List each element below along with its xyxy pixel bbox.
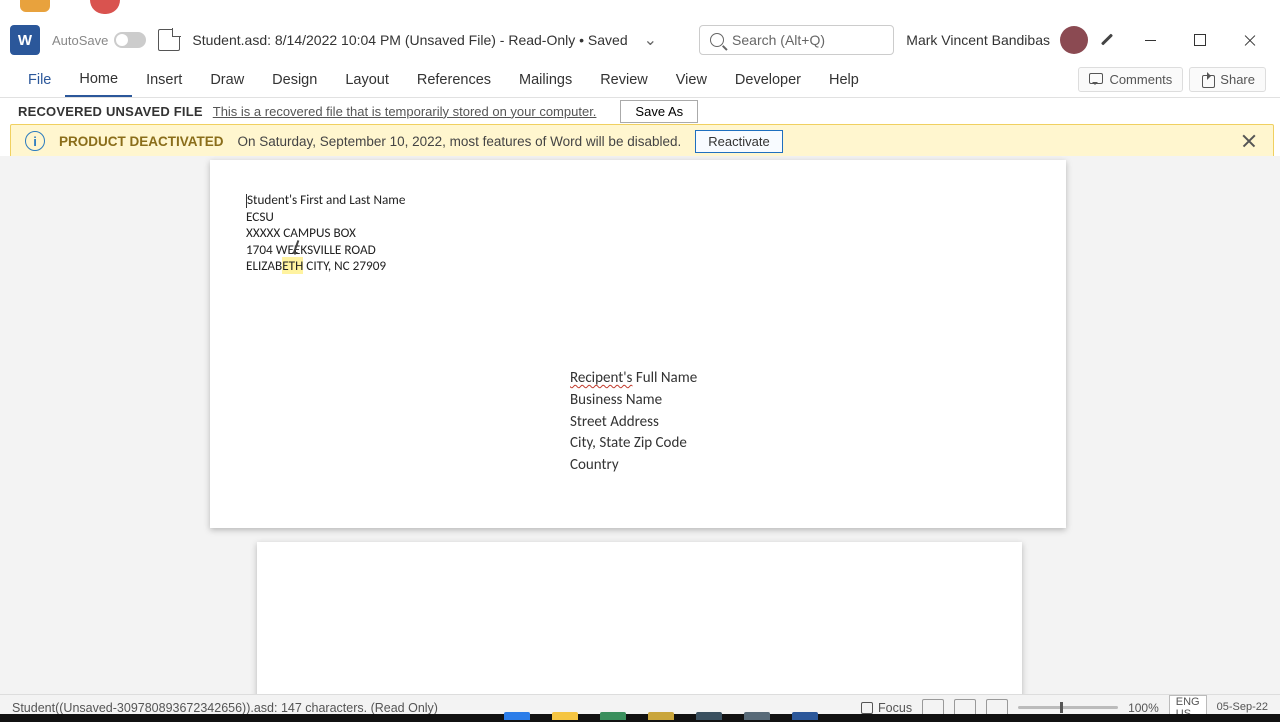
sender-line-5-highlight: ETH (282, 257, 303, 274)
recovered-title: RECOVERED UNSAVED FILE (18, 104, 203, 119)
taskbar-app-icon[interactable] (552, 712, 578, 720)
taskbar-app-icon[interactable] (504, 712, 530, 720)
focus-mode-button[interactable]: Focus (861, 701, 912, 715)
window-minimize-button[interactable] (1130, 25, 1170, 55)
info-icon: i (25, 131, 45, 151)
comment-icon (1089, 73, 1103, 87)
deactivated-message: On Saturday, September 10, 2022, most fe… (238, 134, 682, 149)
title-bar: W AutoSave Student.asd: 8/14/2022 10:04 … (0, 18, 1280, 62)
recipient-line-2: Business Name (570, 391, 662, 409)
document-title[interactable]: Student.asd: 8/14/2022 10:04 PM (Unsaved… (192, 32, 627, 48)
autosave-toggle[interactable] (114, 32, 146, 48)
autosave-label: AutoSave (52, 33, 108, 48)
window-close-button[interactable] (1230, 25, 1270, 55)
zoom-slider[interactable] (1018, 706, 1118, 709)
taskbar-app-icon[interactable] (600, 712, 626, 720)
deactivated-title: PRODUCT DEACTIVATED (59, 134, 224, 149)
share-button[interactable]: Share (1189, 67, 1266, 92)
page-2[interactable] (257, 542, 1022, 694)
recovered-message[interactable]: This is a recovered file that is tempora… (213, 104, 597, 119)
taskbar-app-icon[interactable] (648, 712, 674, 720)
tab-review[interactable]: Review (586, 64, 662, 96)
recipient-line-1-rest: Full Name (632, 369, 697, 387)
word-app-icon: W (10, 25, 40, 55)
recipient-line-4: City, State Zip Code (570, 434, 687, 452)
tab-mailings[interactable]: Mailings (505, 64, 586, 96)
recipient-line-3: Street Address (570, 413, 659, 431)
tab-draw[interactable]: Draw (196, 64, 258, 96)
page-1[interactable]: Student's First and Last Name ECSU XXXXX… (210, 160, 1066, 528)
pen-icon[interactable] (1098, 29, 1120, 51)
system-date: 05-Sep-22 (1217, 701, 1268, 713)
tab-layout[interactable]: Layout (331, 64, 403, 96)
save-icon[interactable] (158, 29, 180, 51)
lang-top: ENG (1176, 696, 1200, 708)
browser-tab-strip (0, 0, 1280, 18)
ribbon-tabs: File Home Insert Draw Design Layout Refe… (0, 62, 1280, 98)
taskbar-app-icon[interactable] (792, 712, 818, 720)
recipient-line-1-error: Recipent's (570, 369, 632, 387)
taskbar-icons (504, 712, 818, 720)
save-as-button[interactable]: Save As (620, 100, 698, 123)
product-deactivated-bar: i PRODUCT DEACTIVATED On Saturday, Septe… (10, 124, 1274, 158)
sender-line-2: ECSU (246, 208, 274, 225)
focus-icon (861, 702, 873, 714)
sender-line-4: 1704 WEEKSVILLE ROAD (246, 241, 376, 258)
tab-design[interactable]: Design (258, 64, 331, 96)
share-icon (1200, 73, 1214, 87)
sender-line-3: XXXXX CAMPUS BOX (246, 224, 356, 241)
share-label: Share (1220, 72, 1255, 87)
tab-insert[interactable]: Insert (132, 64, 196, 96)
window-maximize-button[interactable] (1180, 25, 1220, 55)
search-input[interactable]: Search (Alt+Q) (699, 25, 894, 55)
taskbar-app-icon[interactable] (744, 712, 770, 720)
user-name[interactable]: Mark Vincent Bandibas (906, 32, 1050, 48)
sender-line-1: Student's First and Last Name (247, 191, 405, 208)
tab-file[interactable]: File (14, 64, 65, 96)
search-icon (710, 33, 724, 47)
comments-label: Comments (1109, 72, 1172, 87)
document-canvas[interactable]: Student's First and Last Name ECSU XXXXX… (0, 156, 1280, 694)
reactivate-button[interactable]: Reactivate (695, 130, 782, 153)
tab-references[interactable]: References (403, 64, 505, 96)
zoom-level[interactable]: 100% (1128, 701, 1159, 715)
pencil-cursor-icon (288, 240, 304, 256)
sender-line-5a: ELIZAB (246, 257, 282, 274)
status-doc-info[interactable]: Student((Unsaved-309780893672342656)).as… (12, 701, 438, 715)
recovered-file-bar: RECOVERED UNSAVED FILE This is a recover… (0, 98, 1280, 124)
tab-developer[interactable]: Developer (721, 64, 815, 96)
recipient-line-5: Country (570, 456, 619, 474)
recipient-address-block[interactable]: Recipent's Full Name Business Name Stree… (570, 368, 697, 477)
tab-help[interactable]: Help (815, 64, 873, 96)
tab-view[interactable]: View (662, 64, 721, 96)
sender-line-5b: CITY, NC 27909 (303, 257, 386, 274)
avatar[interactable] (1060, 26, 1088, 54)
search-placeholder: Search (Alt+Q) (732, 32, 825, 48)
focus-label: Focus (878, 701, 912, 715)
taskbar-app-icon[interactable] (696, 712, 722, 720)
autosave-toggle-group[interactable]: AutoSave (52, 32, 146, 48)
sender-address-block[interactable]: Student's First and Last Name ECSU XXXXX… (246, 192, 1030, 275)
tab-home[interactable]: Home (65, 63, 132, 97)
comments-button[interactable]: Comments (1078, 67, 1183, 92)
chevron-down-icon[interactable]: ⌄ (644, 30, 657, 50)
close-icon[interactable] (1241, 132, 1259, 150)
